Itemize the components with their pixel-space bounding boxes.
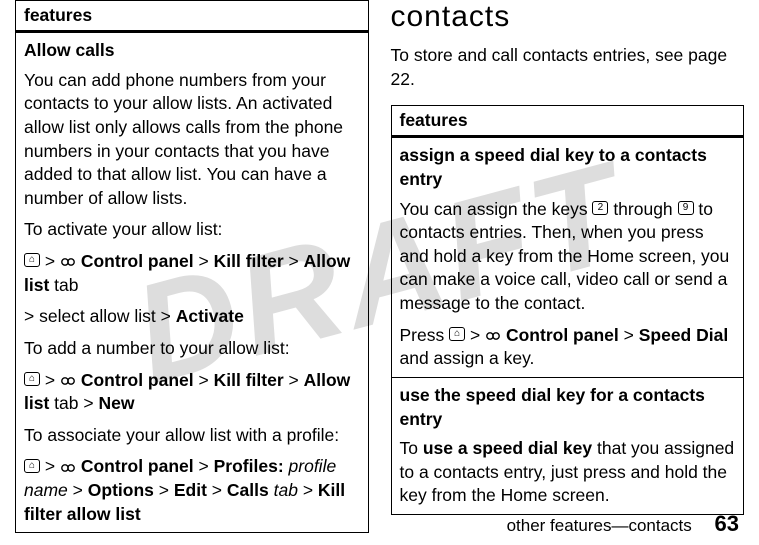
home-icon: ⌂: [24, 253, 40, 267]
home-icon: ⌂: [449, 327, 465, 341]
press-text: Press: [400, 325, 450, 345]
tab-italic: tab: [274, 480, 303, 500]
key-2-icon: 2: [592, 201, 608, 215]
gt: >: [199, 370, 209, 390]
contacts-intro: To store and call contacts entries, see …: [391, 44, 745, 91]
text-a: You can assign the keys: [400, 199, 593, 219]
gt: >: [624, 325, 634, 345]
gt: >: [289, 370, 299, 390]
home-icon: ⌂: [24, 372, 40, 386]
speed-use-title: use the speed dial key for a contacts en…: [400, 384, 736, 431]
features-header: features: [16, 1, 368, 33]
activate-intro: To activate your allow list:: [24, 218, 360, 242]
left-column: features Allow calls You can add phone n…: [15, 0, 369, 533]
home-icon: ⌂: [24, 459, 40, 473]
speed-assign-cell: assign a speed dial key to a contacts en…: [392, 138, 744, 378]
speed-dial-label: Speed Dial: [639, 325, 728, 345]
gear-icon: [60, 253, 76, 269]
gt: >: [199, 251, 209, 271]
and-assign: and assign a key.: [400, 348, 535, 368]
gt: >: [289, 251, 299, 271]
profiles-label: Profiles:: [214, 456, 284, 476]
allow-calls-title: Allow calls: [24, 39, 360, 63]
speed-use-cell: use the speed dial key for a contacts en…: [392, 378, 744, 514]
allow-calls-desc: You can add phone numbers from your cont…: [24, 69, 360, 211]
gt: >: [45, 370, 55, 390]
speed-assign-body: You can assign the keys 2 through 9 to c…: [400, 198, 736, 316]
to-text: To: [400, 438, 423, 458]
allow-calls-cell: Allow calls You can add phone numbers fr…: [16, 33, 368, 532]
gt: >: [45, 251, 55, 271]
gt: >: [73, 480, 83, 500]
gt: >: [45, 456, 55, 476]
footer-crumb: other features—contacts: [507, 516, 692, 535]
path-activate-line2: > select allow list > Activate: [24, 305, 360, 329]
features-header: features: [392, 106, 744, 138]
gt: >: [159, 480, 169, 500]
kill-filter-label: Kill filter: [214, 370, 284, 390]
new-label: New: [98, 393, 134, 413]
page-number: 63: [715, 511, 739, 536]
right-column: contacts To store and call contacts entr…: [391, 0, 745, 533]
control-panel-label: Control panel: [81, 456, 194, 476]
path-assoc: ⌂ > Control panel > Profiles: profile na…: [24, 455, 360, 526]
speed-assign-title: assign a speed dial key to a contacts en…: [400, 144, 736, 191]
speed-assign-path: Press ⌂ > Control panel > Speed Dial and…: [400, 324, 736, 371]
page-columns: features Allow calls You can add phone n…: [0, 0, 759, 533]
control-panel-label: Control panel: [506, 325, 619, 345]
gt: >: [303, 480, 313, 500]
page-footer: other features—contacts 63: [507, 511, 739, 537]
control-panel-label: Control panel: [81, 251, 194, 271]
use-bold: use a speed dial key: [423, 438, 592, 458]
control-panel-label: Control panel: [81, 370, 194, 390]
gt-sep: >: [79, 393, 99, 413]
assoc-intro: To associate your allow list with a prof…: [24, 424, 360, 448]
kill-filter-label: Kill filter: [214, 251, 284, 271]
calls-label: Calls: [227, 480, 269, 500]
gt: >: [199, 456, 209, 476]
tab-word: tab: [49, 393, 78, 413]
activate-label: Activate: [176, 306, 244, 326]
left-feature-box: features Allow calls You can add phone n…: [15, 0, 369, 533]
through: through: [608, 199, 677, 219]
options-label: Options: [88, 480, 154, 500]
gear-icon: [60, 459, 76, 475]
gt: >: [212, 480, 222, 500]
speed-use-body: To use a speed dial key that you assigne…: [400, 437, 736, 508]
gear-icon: [60, 372, 76, 388]
add-intro: To add a number to your allow list:: [24, 337, 360, 361]
path-add: ⌂ > Control panel > Kill filter > Allow …: [24, 369, 360, 416]
tab-word: tab: [49, 275, 78, 295]
gear-icon: [485, 327, 501, 343]
select-allow-text: > select allow list >: [24, 306, 176, 326]
path-activate-line1: ⌂ > Control panel > Kill filter > Allow …: [24, 250, 360, 297]
right-feature-box: features assign a speed dial key to a co…: [391, 105, 745, 515]
key-9-icon: 9: [678, 201, 694, 215]
edit-label: Edit: [174, 480, 207, 500]
contacts-heading: contacts: [391, 0, 745, 34]
gt: >: [470, 325, 480, 345]
